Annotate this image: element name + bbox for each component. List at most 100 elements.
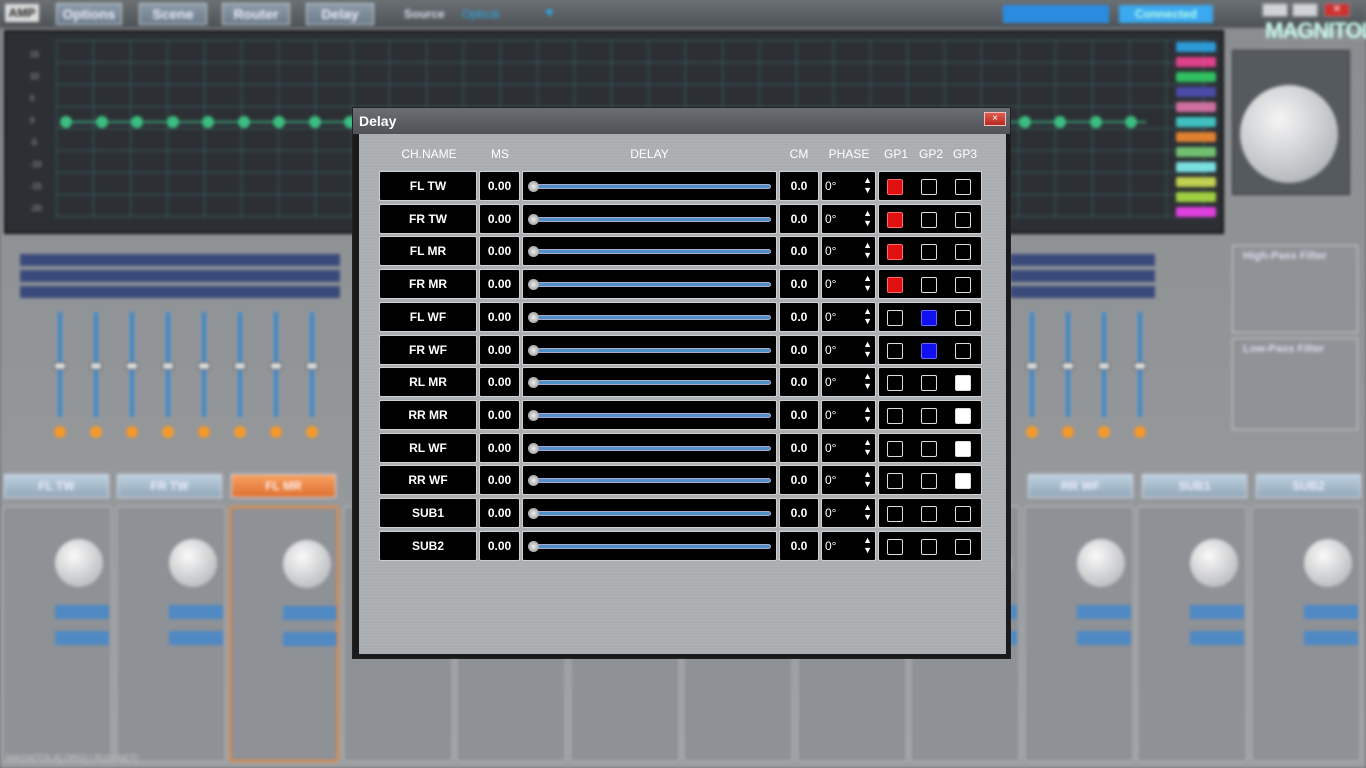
legend-swatch[interactable] [1176,162,1216,172]
phase-spinner[interactable]: 0° ▲ ▼ [821,465,876,496]
fader-knob[interactable] [1098,362,1110,370]
fader-knob[interactable] [1134,362,1146,370]
delay-slider[interactable] [522,301,777,332]
gp1-checkbox[interactable] [887,407,903,424]
nav-delay-button[interactable]: Delay [306,3,374,25]
fader-knob[interactable] [54,362,66,370]
band-indicator[interactable] [1026,426,1038,438]
legend-swatch[interactable] [1176,57,1216,67]
phase-spinner[interactable]: 0° ▲ ▼ [821,432,876,463]
slider-track[interactable] [533,282,771,288]
eq-freq-row[interactable] [20,254,340,266]
cm-value[interactable]: 0.0 [779,236,819,267]
fader-knob[interactable] [90,362,102,370]
eq-band-point[interactable] [237,116,250,128]
fader-knob[interactable] [1062,362,1074,370]
slider-track[interactable] [533,478,771,484]
slider-track[interactable] [533,314,771,320]
gp2-checkbox[interactable] [921,506,937,522]
slider-thumb[interactable] [528,213,539,225]
gp2-checkbox[interactable] [921,440,937,457]
band-indicator[interactable] [1134,426,1146,438]
phase-spinner[interactable]: 0° ▲ ▼ [821,367,876,398]
band-indicator[interactable] [1098,426,1110,438]
fader-knob[interactable] [1026,362,1038,370]
band-indicator[interactable] [234,426,246,438]
gp3-checkbox[interactable] [955,277,971,294]
phase-spinner[interactable]: 0° ▲ ▼ [821,236,876,267]
fader-knob[interactable] [198,362,210,370]
ms-value[interactable]: 0.00 [479,203,520,234]
slider-thumb[interactable] [528,442,539,454]
legend-swatch[interactable] [1176,177,1216,187]
cm-value[interactable]: 0.0 [779,334,819,365]
gp1-checkbox[interactable] [887,179,903,195]
delay-slider[interactable] [522,334,777,365]
close-icon[interactable]: ✕ [1324,3,1350,17]
legend-swatch[interactable] [1176,42,1216,52]
eq-band-point[interactable] [308,116,321,128]
delay-slider[interactable] [522,171,777,201]
gp3-checkbox[interactable] [955,506,971,522]
phase-spinner[interactable]: 0° ▲ ▼ [821,301,876,332]
eq-band-point[interactable] [131,116,143,128]
gp2-checkbox[interactable] [921,211,937,228]
cm-value[interactable]: 0.0 [779,498,819,528]
ms-value[interactable]: 0.00 [479,530,520,561]
delay-slider[interactable] [522,530,777,561]
ms-value[interactable]: 0.00 [479,334,520,365]
fader-knob[interactable] [270,362,282,370]
cm-value[interactable]: 0.0 [779,301,819,332]
slider-track[interactable] [533,445,771,451]
gp3-checkbox[interactable] [955,375,971,392]
slider-thumb[interactable] [528,475,539,487]
spinner-arrows-icon[interactable]: ▲ ▼ [863,469,872,489]
ms-value[interactable]: 0.00 [479,367,520,398]
gp3-checkbox[interactable] [955,407,971,424]
channel-volume-knob[interactable] [55,539,103,587]
delay-slider[interactable] [522,367,777,398]
slider-thumb[interactable] [528,311,539,323]
band-indicator[interactable] [198,426,210,438]
spinner-arrows-icon[interactable]: ▲ ▼ [863,208,872,228]
band-indicator[interactable] [1062,426,1074,438]
channel-volume-knob[interactable] [1303,539,1352,587]
delay-slider[interactable] [522,432,777,463]
close-icon[interactable]: × [984,112,1006,126]
gp3-checkbox[interactable] [955,538,971,555]
ms-value[interactable]: 0.00 [479,269,520,300]
phase-spinner[interactable]: 0° ▲ ▼ [821,334,876,365]
eq-band-point[interactable] [273,116,285,128]
eq-band-point[interactable] [1089,116,1102,128]
delay-slider[interactable] [522,465,777,496]
phase-spinner[interactable]: 0° ▲ ▼ [821,203,876,234]
gp1-checkbox[interactable] [887,375,903,392]
slider-track[interactable] [533,543,771,549]
channel-button[interactable] [1190,605,1244,619]
gp3-checkbox[interactable] [955,473,971,490]
ms-value[interactable]: 0.00 [479,236,520,267]
gp3-checkbox[interactable] [955,309,971,326]
spinner-arrows-icon[interactable]: ▲ ▼ [863,437,872,457]
delay-slider[interactable] [522,399,777,430]
slider-track[interactable] [533,347,771,353]
slider-thumb[interactable] [528,279,539,291]
gp3-checkbox[interactable] [955,179,971,195]
cm-value[interactable]: 0.0 [779,399,819,430]
channel-tab-sub1[interactable]: SUB1 [1142,474,1247,498]
fader-knob[interactable] [234,362,246,370]
gp3-checkbox[interactable] [955,211,971,228]
legend-swatch[interactable] [1176,102,1216,112]
spinner-arrows-icon[interactable]: ▲ ▼ [863,535,872,555]
ms-value[interactable]: 0.00 [479,465,520,496]
band-indicator[interactable] [54,426,66,438]
ms-value[interactable]: 0.00 [479,171,520,201]
phase-spinner[interactable]: 0° ▲ ▼ [821,530,876,561]
gp2-checkbox[interactable] [921,244,937,261]
band-indicator[interactable] [270,426,282,438]
eq-gain-row-right[interactable] [1010,286,1155,298]
eq-band-point[interactable] [1125,116,1137,128]
channel-button[interactable] [1303,631,1358,645]
ms-value[interactable]: 0.00 [479,399,520,430]
minimize-icon[interactable] [1262,3,1288,17]
